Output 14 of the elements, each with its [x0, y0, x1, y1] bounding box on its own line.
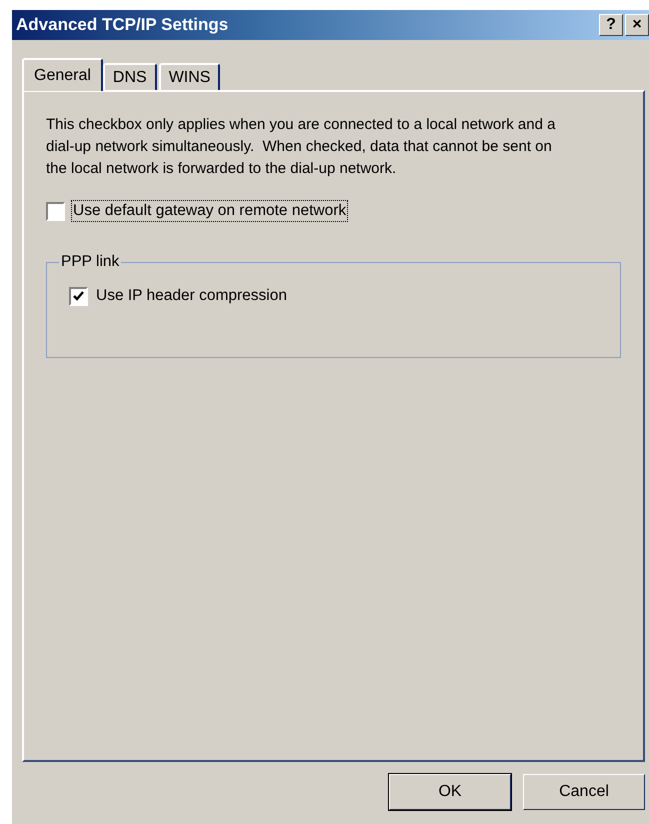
check-icon — [72, 290, 85, 302]
checkbox-label[interactable]: Use IP header compression — [94, 285, 289, 307]
cancel-button[interactable]: Cancel — [523, 774, 645, 810]
tab[interactable]: General — [22, 58, 103, 91]
description-text: This checkbox only applies when you are connected to a local network and a dial-up network simultaneously. When checked, data that cannot be sent on the local network is forwarded to the dial-up network. — [46, 115, 556, 179]
checkbox[interactable] — [69, 286, 88, 306]
checkbox[interactable] — [46, 202, 65, 220]
tab[interactable]: DNS — [102, 63, 157, 90]
window-title: Advanced TCP/IP Settings — [16, 15, 228, 35]
close-button[interactable]: × — [625, 14, 649, 36]
ok-button[interactable]: OK — [389, 774, 511, 810]
tab[interactable]: WINS — [158, 63, 220, 90]
help-button[interactable]: ? — [599, 14, 623, 36]
checkbox-label[interactable]: Use default gateway on remote network — [71, 200, 348, 222]
